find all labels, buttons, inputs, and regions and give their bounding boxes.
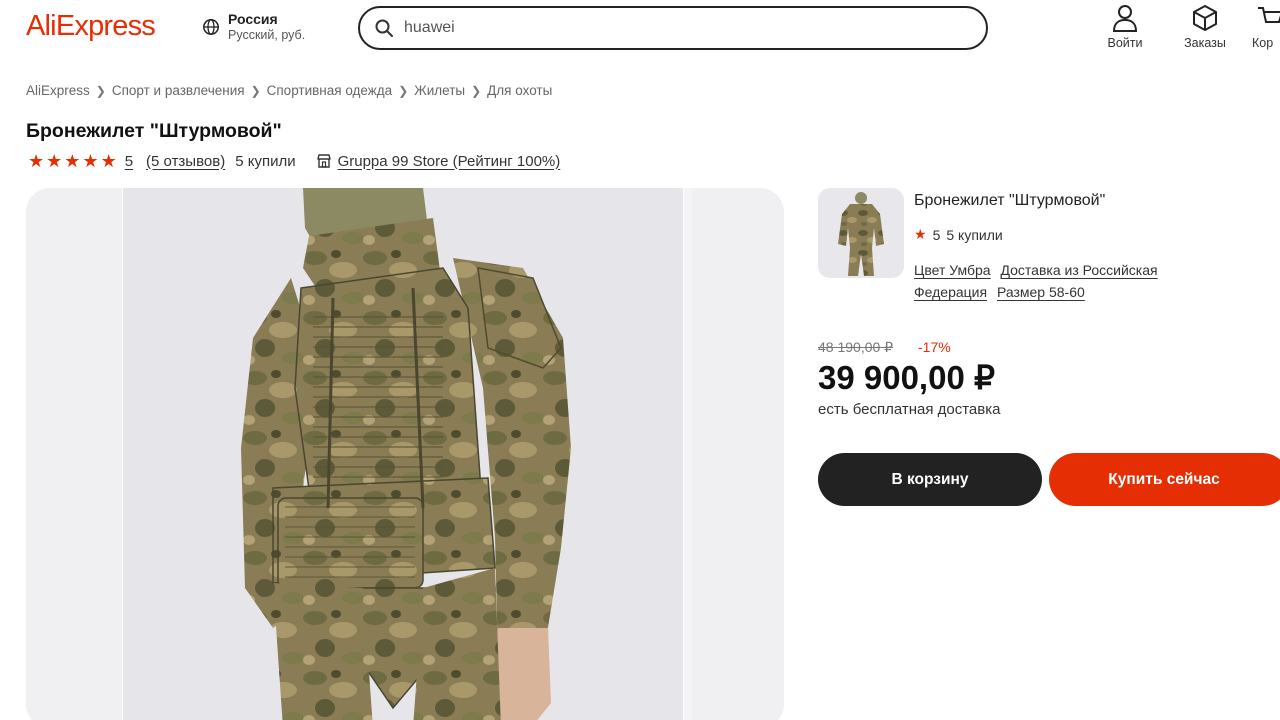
- chevron-right-icon: ❯: [398, 83, 409, 98]
- login-button[interactable]: Войти: [1095, 4, 1155, 50]
- cart-label: Кор: [1252, 36, 1274, 50]
- aliexpress-logo[interactable]: AliExpress: [26, 10, 156, 43]
- summary-title: Бронежилет "Штурмовой": [914, 192, 1106, 209]
- region-selector[interactable]: Россия Русский, руб.: [202, 11, 305, 43]
- search-input[interactable]: [404, 19, 964, 37]
- region-language-currency: Русский, руб.: [228, 28, 306, 42]
- chevron-right-icon: ❯: [250, 83, 261, 98]
- store-icon: [316, 154, 331, 168]
- soldier-vest-image: [241, 188, 571, 720]
- summary-rating-value: 5: [932, 226, 941, 243]
- package-icon: [1193, 5, 1217, 31]
- sold-count: 5 купили: [235, 152, 296, 170]
- product-gallery: [26, 188, 784, 720]
- chevron-right-icon: ❯: [471, 83, 482, 98]
- user-icon: [1112, 5, 1138, 32]
- summary-rating: ★ 5 5 купили: [914, 226, 1003, 243]
- orders-label: Заказы: [1184, 36, 1226, 50]
- search-bar[interactable]: [358, 6, 988, 50]
- chevron-right-icon: ❯: [95, 83, 106, 98]
- store-link[interactable]: Gruppa 99 Store (Рейтинг 100%): [316, 153, 561, 170]
- free-shipping-note: есть бесплатная доставка: [818, 401, 1001, 418]
- rating-stars: ★ ★ ★ ★ ★: [28, 151, 117, 171]
- product-meta: ★ ★ ★ ★ ★ 5 (5 отзывов) 5 купили Gruppa …: [28, 151, 560, 171]
- product-thumbnail[interactable]: [818, 188, 904, 278]
- breadcrumb-item-home[interactable]: AliExpress: [26, 83, 90, 98]
- product-title: Бронежилет "Штурмовой": [26, 120, 282, 142]
- breadcrumb-item-hunting[interactable]: Для охоты: [487, 83, 552, 98]
- cart-icon: [1258, 7, 1280, 23]
- star-icon: ★: [82, 151, 99, 171]
- star-icon: ★: [46, 151, 63, 171]
- search-icon[interactable]: [374, 18, 394, 38]
- header: AliExpress Россия Русский, руб. Войти: [0, 0, 1280, 60]
- reviews-link[interactable]: (5 отзывов): [146, 153, 225, 170]
- old-price: 48 190,00 ₽: [818, 339, 894, 355]
- orders-button[interactable]: Заказы: [1175, 4, 1235, 50]
- summary-sold-count: 5 купили: [946, 226, 1003, 243]
- discount-badge: -17%: [918, 339, 951, 355]
- rating-value[interactable]: 5: [125, 153, 133, 170]
- current-price: 39 900,00 ₽: [818, 359, 995, 396]
- gallery-prev-image[interactable]: [26, 188, 122, 720]
- breadcrumb-item-vests[interactable]: Жилеты: [414, 83, 465, 98]
- cart-button[interactable]: Кор: [1252, 4, 1280, 50]
- region-country: Россия: [228, 11, 278, 27]
- breadcrumb: AliExpress ❯ Спорт и развлечения ❯ Спорт…: [26, 83, 552, 98]
- star-icon: ★: [100, 151, 117, 171]
- star-icon: ★: [28, 151, 45, 171]
- property-size[interactable]: Размер 58-60: [997, 284, 1085, 300]
- star-icon: ★: [914, 226, 927, 242]
- breadcrumb-item-sport[interactable]: Спорт и развлечения: [112, 83, 245, 98]
- product-properties: Цвет Умбра Доставка из Российская Федера…: [914, 259, 1214, 303]
- breadcrumb-item-sportswear[interactable]: Спортивная одежда: [267, 83, 393, 98]
- add-to-cart-button[interactable]: В корзину: [818, 453, 1042, 506]
- login-label: Войти: [1107, 36, 1143, 50]
- property-color[interactable]: Цвет Умбра: [914, 262, 991, 278]
- star-icon: ★: [64, 151, 81, 171]
- buy-now-button[interactable]: Купить сейчас: [1049, 453, 1280, 506]
- product-main-image[interactable]: [122, 188, 684, 720]
- globe-icon: [203, 19, 219, 35]
- thumbnail-image: [838, 192, 884, 276]
- store-name[interactable]: Gruppa 99 Store (Рейтинг 100%): [338, 153, 561, 170]
- gallery-next-image[interactable]: [692, 188, 784, 720]
